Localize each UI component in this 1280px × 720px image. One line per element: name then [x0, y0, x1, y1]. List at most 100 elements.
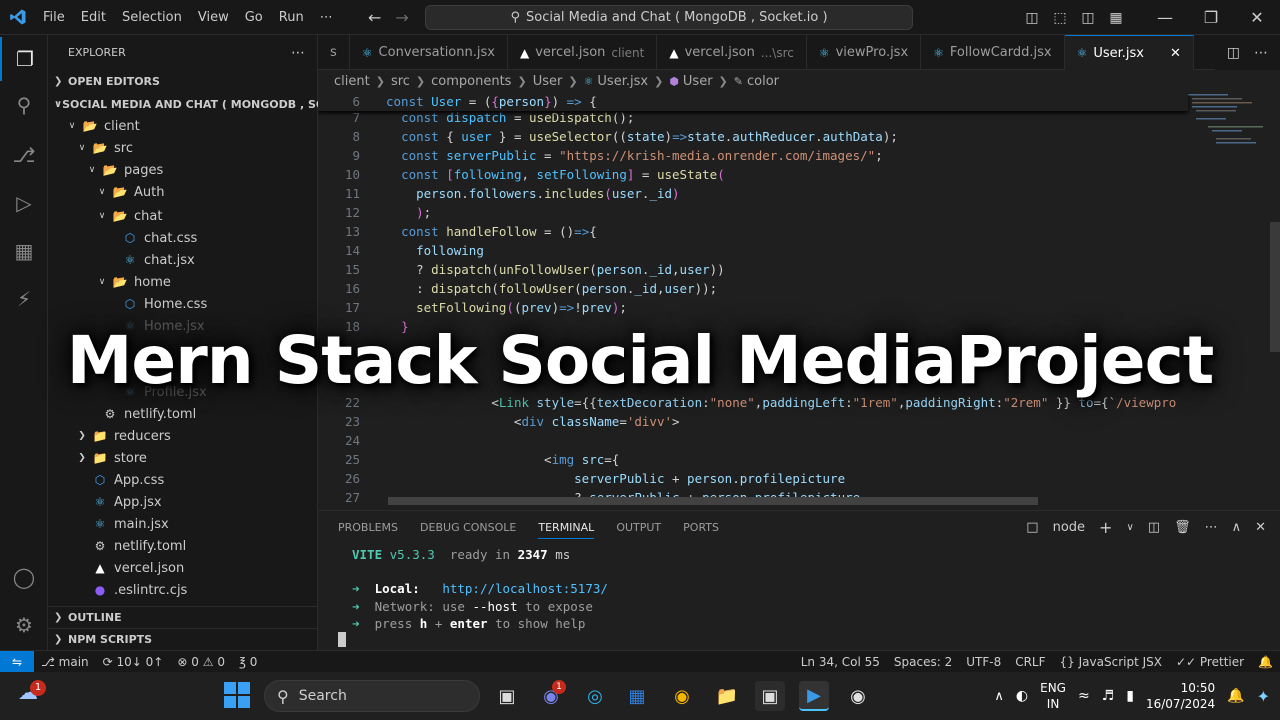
menu-item-6[interactable]: ⋯: [312, 0, 341, 35]
store-icon[interactable]: ▦: [622, 681, 652, 711]
back-arrow-icon[interactable]: ←: [368, 8, 381, 27]
tree-item[interactable]: ∨ 📂 client: [48, 115, 318, 137]
task-view-icon[interactable]: ▣: [492, 681, 522, 711]
tree-item[interactable]: ⬡ Home.css: [48, 293, 318, 315]
tree-item[interactable]: ⚛ App.jsx: [48, 491, 318, 513]
tab-6[interactable]: ⚛ User.jsx ✕: [1064, 35, 1194, 70]
chevron-up-icon[interactable]: ∧: [994, 689, 1004, 704]
tab-3[interactable]: ▲ vercel.json ...\src: [657, 35, 807, 70]
problems-indicator[interactable]: ⊗ 0 ⚠ 0: [170, 655, 232, 669]
tree-item[interactable]: ∨ 📂 pages: [48, 159, 318, 181]
clock[interactable]: 10:50 16/07/2024: [1146, 680, 1215, 712]
terminal-app-icon[interactable]: ▣: [755, 681, 785, 711]
toggle-panel-icon[interactable]: ⬚: [1046, 10, 1074, 26]
trash-icon[interactable]: 🗑: [1174, 520, 1191, 535]
tree-item[interactable]: ❯ 📁 reducers: [48, 425, 318, 447]
forward-arrow-icon[interactable]: →: [395, 8, 408, 27]
tree-item[interactable]: ⬡ App.css: [48, 469, 318, 491]
breadcrumb-item[interactable]: src: [391, 74, 410, 89]
sync-indicator[interactable]: ⟳ 10↓ 0↑: [96, 655, 171, 669]
edge-browser-icon[interactable]: ◎: [580, 681, 610, 711]
split-editor-icon[interactable]: ◫: [1227, 45, 1240, 61]
menu-item-5[interactable]: Run: [271, 0, 312, 35]
more-actions-icon[interactable]: ⋯: [1205, 520, 1218, 535]
panel-tab-problems[interactable]: PROBLEMS: [338, 521, 398, 534]
indentation[interactable]: Spaces: 2: [887, 655, 959, 669]
run-debug-icon[interactable]: ▷: [0, 181, 48, 225]
obs-recorder-icon[interactable]: ◉: [843, 681, 873, 711]
language-mode[interactable]: {} JavaScript JSX: [1053, 655, 1169, 669]
battery-icon[interactable]: ▮: [1126, 688, 1134, 704]
menu-item-4[interactable]: Go: [237, 0, 271, 35]
restore-button[interactable]: ❐: [1188, 8, 1234, 27]
toggle-sidebar-icon[interactable]: ◫: [1018, 10, 1046, 26]
tree-item[interactable]: ● .eslintrc.cjs: [48, 579, 318, 601]
tree-item[interactable]: ▲ vercel.json: [48, 557, 318, 579]
tree-item[interactable]: ⚛ main.jsx: [48, 513, 318, 535]
menu-item-3[interactable]: View: [190, 0, 237, 35]
branch-indicator[interactable]: ⎇ main: [34, 655, 96, 669]
breadcrumb-item[interactable]: color: [747, 74, 779, 89]
wifi-icon[interactable]: ≈: [1078, 688, 1090, 704]
tree-item[interactable]: ⚛ chat.jsx: [48, 249, 318, 271]
cursor-position[interactable]: Ln 34, Col 55: [794, 655, 887, 669]
tab-5[interactable]: ⚛ FollowCardd.jsx: [921, 35, 1065, 70]
tree-item[interactable]: ⚙ netlify.toml: [48, 403, 318, 425]
breadcrumb-item[interactable]: User: [533, 74, 563, 89]
vscode-app-icon[interactable]: ▶: [799, 681, 829, 711]
tree-item[interactable]: ❯ 📁 store: [48, 447, 318, 469]
ports-indicator[interactable]: ℥ 0: [232, 655, 264, 669]
prettier-status[interactable]: ✓✓ Prettier: [1169, 655, 1251, 669]
new-terminal-icon[interactable]: +: [1099, 518, 1112, 537]
copilot-icon[interactable]: ✦: [1257, 687, 1270, 706]
source-control-icon[interactable]: ⎇: [0, 133, 48, 177]
horizontal-scrollbar[interactable]: [388, 497, 1038, 505]
windows-start-icon[interactable]: [224, 682, 250, 708]
menu-item-0[interactable]: File: [35, 0, 73, 35]
tree-item[interactable]: ⬡ chat.css: [48, 227, 318, 249]
panel-tab-output[interactable]: OUTPUT: [616, 521, 661, 534]
command-center[interactable]: ⚲ Social Media and Chat ( MongoDB , Sock…: [425, 5, 913, 30]
customize-layout-icon[interactable]: ▦: [1102, 10, 1130, 26]
breadcrumb-item[interactable]: client: [334, 74, 370, 89]
tree-item[interactable]: ⚙ netlify.toml: [48, 535, 318, 557]
close-tab-icon[interactable]: ✕: [1170, 46, 1181, 61]
remote-indicator-icon[interactable]: ⇋: [0, 650, 34, 673]
tab-1[interactable]: ⚛ Conversationn.jsx: [350, 35, 508, 70]
language-indicator[interactable]: ENG IN: [1040, 680, 1066, 712]
chevron-down-icon[interactable]: ∨: [1126, 522, 1133, 533]
breadcrumb-item[interactable]: components: [431, 74, 511, 89]
breadcrumb-item[interactable]: User: [683, 74, 713, 89]
tree-item[interactable]: ∨ 📂 Auth: [48, 181, 318, 203]
panel-tab-ports[interactable]: PORTS: [683, 521, 719, 534]
close-panel-icon[interactable]: ✕: [1255, 520, 1266, 535]
tab-2[interactable]: ▲ vercel.json client: [508, 35, 658, 70]
tray-app-icon[interactable]: ◐: [1016, 688, 1028, 704]
minimize-button[interactable]: —: [1142, 8, 1188, 27]
tree-item[interactable]: ∨ 📂 home: [48, 271, 318, 293]
extensions-icon[interactable]: ▦: [0, 229, 48, 273]
terminal-shell-name[interactable]: node: [1053, 520, 1085, 535]
remote-lightning-icon[interactable]: ⚡: [0, 277, 48, 321]
menu-item-2[interactable]: Selection: [114, 0, 190, 35]
account-icon[interactable]: ◯: [0, 555, 48, 599]
maximize-panel-icon[interactable]: ∧: [1232, 520, 1242, 535]
settings-gear-icon[interactable]: ⚙: [0, 603, 48, 647]
breadcrumb-item[interactable]: User.jsx: [597, 74, 648, 89]
notifications-bell-icon[interactable]: 🔔: [1251, 655, 1280, 669]
open-editors-section[interactable]: ❯ OPEN EDITORS: [48, 70, 318, 92]
panel-tab-terminal[interactable]: TERMINAL: [538, 516, 595, 539]
npm-scripts-section[interactable]: ❯ NPM SCRIPTS: [48, 628, 318, 650]
tree-item[interactable]: ∨ 📂 chat: [48, 205, 318, 227]
close-window-button[interactable]: ✕: [1234, 8, 1280, 27]
taskbar-search[interactable]: ⚲ Search: [264, 680, 480, 712]
tab-4[interactable]: ⚛ viewPro.jsx: [807, 35, 922, 70]
tree-item[interactable]: ∨ 📂 src: [48, 137, 318, 159]
panel-tab-debug-console[interactable]: DEBUG CONSOLE: [420, 521, 516, 534]
outline-section[interactable]: ❯ OUTLINE: [48, 606, 318, 628]
encoding[interactable]: UTF-8: [959, 655, 1008, 669]
search-icon[interactable]: ⚲: [0, 83, 48, 127]
volume-icon[interactable]: ♬: [1102, 688, 1115, 704]
explorer-icon[interactable]: ❐: [0, 37, 48, 81]
file-explorer-icon[interactable]: 📁: [712, 681, 742, 711]
